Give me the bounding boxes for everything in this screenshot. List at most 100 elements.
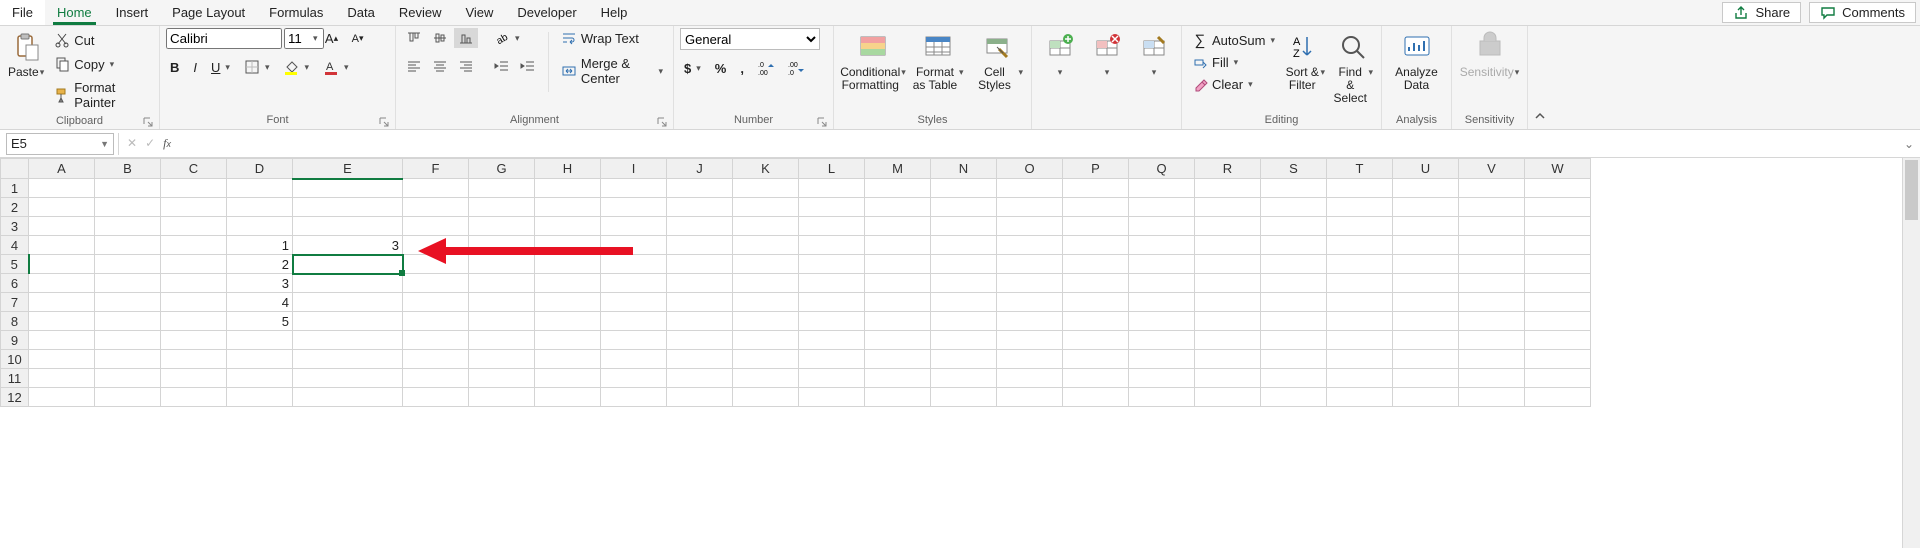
orientation-button[interactable]: ab▾ xyxy=(490,28,524,48)
insert-cells-button[interactable]: ▾ xyxy=(1038,28,1081,94)
cell-D2[interactable] xyxy=(227,198,293,217)
cell-Q10[interactable] xyxy=(1129,350,1195,369)
cell-R7[interactable] xyxy=(1195,293,1261,312)
fill-color-button[interactable]: ▾ xyxy=(279,57,313,77)
column-header-W[interactable]: W xyxy=(1525,159,1591,179)
worksheet-grid[interactable]: ABCDEFGHIJKLMNOPQRSTUVW12341352637485910… xyxy=(0,158,1920,548)
cell-T4[interactable] xyxy=(1327,236,1393,255)
cell-V10[interactable] xyxy=(1459,350,1525,369)
cell-N3[interactable] xyxy=(931,217,997,236)
cell-V9[interactable] xyxy=(1459,331,1525,350)
column-header-H[interactable]: H xyxy=(535,159,601,179)
cell-H1[interactable] xyxy=(535,179,601,198)
cell-S2[interactable] xyxy=(1261,198,1327,217)
row-header-9[interactable]: 9 xyxy=(1,331,29,350)
tab-insert[interactable]: Insert xyxy=(104,0,161,25)
cell-W10[interactable] xyxy=(1525,350,1591,369)
cell-W12[interactable] xyxy=(1525,388,1591,407)
cell-L11[interactable] xyxy=(799,369,865,388)
cell-O6[interactable] xyxy=(997,274,1063,293)
decrease-indent-button[interactable] xyxy=(490,56,514,76)
cell-S10[interactable] xyxy=(1261,350,1327,369)
cell-M8[interactable] xyxy=(865,312,931,331)
cell-V5[interactable] xyxy=(1459,255,1525,274)
cell-T12[interactable] xyxy=(1327,388,1393,407)
cell-B10[interactable] xyxy=(95,350,161,369)
cell-J3[interactable] xyxy=(667,217,733,236)
cell-N1[interactable] xyxy=(931,179,997,198)
cell-L7[interactable] xyxy=(799,293,865,312)
cell-T10[interactable] xyxy=(1327,350,1393,369)
conditional-formatting-button[interactable]: Conditional Formatting▾ xyxy=(840,28,906,94)
cell-I9[interactable] xyxy=(601,331,667,350)
cell-W4[interactable] xyxy=(1525,236,1591,255)
cell-K9[interactable] xyxy=(733,331,799,350)
cell-V8[interactable] xyxy=(1459,312,1525,331)
cell-L5[interactable] xyxy=(799,255,865,274)
column-header-P[interactable]: P xyxy=(1063,159,1129,179)
font-name-select[interactable] xyxy=(166,28,282,49)
cell-I4[interactable] xyxy=(601,236,667,255)
cell-I8[interactable] xyxy=(601,312,667,331)
row-header-6[interactable]: 6 xyxy=(1,274,29,293)
cell-I6[interactable] xyxy=(601,274,667,293)
cell-J11[interactable] xyxy=(667,369,733,388)
cell-U3[interactable] xyxy=(1393,217,1459,236)
cell-B2[interactable] xyxy=(95,198,161,217)
cell-K8[interactable] xyxy=(733,312,799,331)
percent-format-button[interactable]: % xyxy=(711,59,731,78)
cell-A12[interactable] xyxy=(29,388,95,407)
row-header-5[interactable]: 5 xyxy=(1,255,29,274)
align-bottom-button[interactable] xyxy=(454,28,478,48)
column-header-C[interactable]: C xyxy=(161,159,227,179)
increase-font-button[interactable]: A▴ xyxy=(320,29,344,49)
cell-K7[interactable] xyxy=(733,293,799,312)
font-dialog-launcher[interactable] xyxy=(379,117,389,127)
cell-O9[interactable] xyxy=(997,331,1063,350)
alignment-dialog-launcher[interactable] xyxy=(657,117,667,127)
cell-Q9[interactable] xyxy=(1129,331,1195,350)
select-all-corner[interactable] xyxy=(1,159,29,179)
cell-A3[interactable] xyxy=(29,217,95,236)
cell-C5[interactable] xyxy=(161,255,227,274)
cell-E7[interactable] xyxy=(293,293,403,312)
cell-U1[interactable] xyxy=(1393,179,1459,198)
cell-E2[interactable] xyxy=(293,198,403,217)
cell-T2[interactable] xyxy=(1327,198,1393,217)
cell-W7[interactable] xyxy=(1525,293,1591,312)
cell-O5[interactable] xyxy=(997,255,1063,274)
cell-styles-button[interactable]: Cell Styles▾ xyxy=(970,28,1026,94)
italic-button[interactable]: I xyxy=(189,58,201,77)
cell-D7[interactable]: 4 xyxy=(227,293,293,312)
cell-G8[interactable] xyxy=(469,312,535,331)
column-header-B[interactable]: B xyxy=(95,159,161,179)
cell-J8[interactable] xyxy=(667,312,733,331)
cell-K11[interactable] xyxy=(733,369,799,388)
cell-K10[interactable] xyxy=(733,350,799,369)
cell-C12[interactable] xyxy=(161,388,227,407)
cell-I3[interactable] xyxy=(601,217,667,236)
cell-V11[interactable] xyxy=(1459,369,1525,388)
cell-Q2[interactable] xyxy=(1129,198,1195,217)
cell-K5[interactable] xyxy=(733,255,799,274)
column-header-S[interactable]: S xyxy=(1261,159,1327,179)
comments-button[interactable]: Comments xyxy=(1809,2,1916,23)
column-header-G[interactable]: G xyxy=(469,159,535,179)
cell-O11[interactable] xyxy=(997,369,1063,388)
share-button[interactable]: Share xyxy=(1722,2,1801,23)
cell-H6[interactable] xyxy=(535,274,601,293)
cell-M7[interactable] xyxy=(865,293,931,312)
cell-C7[interactable] xyxy=(161,293,227,312)
cell-K1[interactable] xyxy=(733,179,799,198)
cell-G10[interactable] xyxy=(469,350,535,369)
cell-M11[interactable] xyxy=(865,369,931,388)
cell-F7[interactable] xyxy=(403,293,469,312)
cell-D9[interactable] xyxy=(227,331,293,350)
cell-A1[interactable] xyxy=(29,179,95,198)
cell-U10[interactable] xyxy=(1393,350,1459,369)
fill-button[interactable]: Fill▾ xyxy=(1188,52,1279,72)
cell-O8[interactable] xyxy=(997,312,1063,331)
cell-R3[interactable] xyxy=(1195,217,1261,236)
cell-D6[interactable]: 3 xyxy=(227,274,293,293)
cell-H8[interactable] xyxy=(535,312,601,331)
